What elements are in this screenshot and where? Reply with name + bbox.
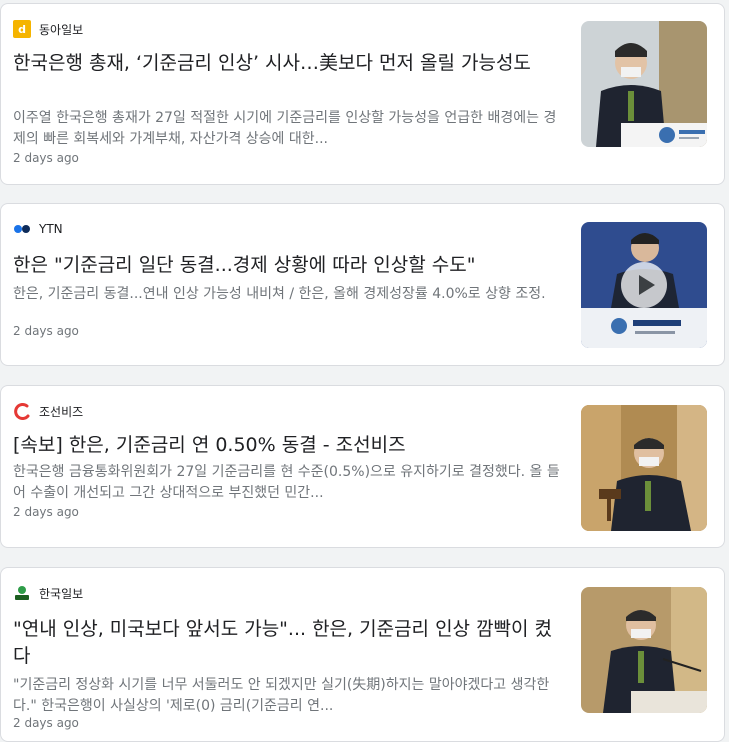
article-snippet: "기준금리 정상화 시기를 너무 서둘러도 안 되겠지만 실기(失期)하지는 말… — [13, 677, 550, 714]
article-title[interactable]: [속보] 한은, 기준금리 연 0.50% 동결 - 조선비즈 — [13, 432, 561, 459]
article-snippet: 한국은행 금융통화위원회가 27일 기준금리를 현 수준(0.5%)으로 유지하… — [13, 464, 560, 501]
source-name: 한국일보 — [39, 586, 84, 601]
source-name: 조선비즈 — [39, 404, 84, 419]
news-source: d 동아일보 — [13, 20, 83, 38]
article-time: 2 days ago — [13, 324, 79, 338]
article-time: 2 days ago — [13, 151, 79, 165]
speaker-thumbnail[interactable] — [581, 587, 707, 713]
article-time: 2 days ago — [13, 505, 79, 519]
svg-text:d: d — [18, 23, 26, 36]
video-thumbnail[interactable] — [581, 222, 707, 348]
article-title[interactable]: 한은 "기준금리 일단 동결...경제 상황에 따라 인상할 수도" — [13, 252, 561, 279]
donga-logo-icon: d — [13, 20, 31, 38]
chosunbiz-logo-icon — [13, 402, 31, 420]
news-source: YTN — [13, 220, 63, 238]
news-card[interactable]: 조선비즈 [속보] 한은, 기준금리 연 0.50% 동결 - 조선비즈 한국은… — [0, 385, 725, 548]
source-name: 동아일보 — [39, 22, 84, 37]
article-title[interactable]: 한국은행 총재, ‘기준금리 인상’ 시사…美보다 먼저 올릴 가능성도 — [13, 50, 561, 77]
news-card[interactable]: 한국일보 "연내 인상, 미국보다 앞서도 가능"... 한은, 기준금리 인상… — [0, 567, 725, 742]
play-icon[interactable] — [621, 262, 667, 308]
article-title[interactable]: "연내 인상, 미국보다 앞서도 가능"... 한은, 기준금리 인상 깜빡이 … — [13, 616, 561, 670]
news-source: 조선비즈 — [13, 402, 83, 420]
hankook-logo-icon — [13, 584, 31, 602]
news-card[interactable]: d 동아일보 한국은행 총재, ‘기준금리 인상’ 시사…美보다 먼저 올릴 가… — [0, 3, 725, 185]
source-name: YTN — [39, 222, 63, 236]
press-conference-thumbnail[interactable] — [581, 21, 707, 147]
gavel-thumbnail[interactable] — [581, 405, 707, 531]
article-snippet: 이주열 한국은행 총재가 27일 적절한 시기에 기준금리를 인상할 가능성을 … — [13, 110, 557, 147]
article-snippet: 한은, 기준금리 동결...연내 인상 가능성 내비쳐 / 한은, 올해 경제성… — [13, 286, 546, 302]
ytn-logo-icon — [13, 220, 31, 238]
article-time: 2 days ago — [13, 716, 79, 730]
news-card[interactable]: YTN 한은 "기준금리 일단 동결...경제 상황에 따라 인상할 수도" 한… — [0, 203, 725, 366]
news-source: 한국일보 — [13, 584, 83, 602]
